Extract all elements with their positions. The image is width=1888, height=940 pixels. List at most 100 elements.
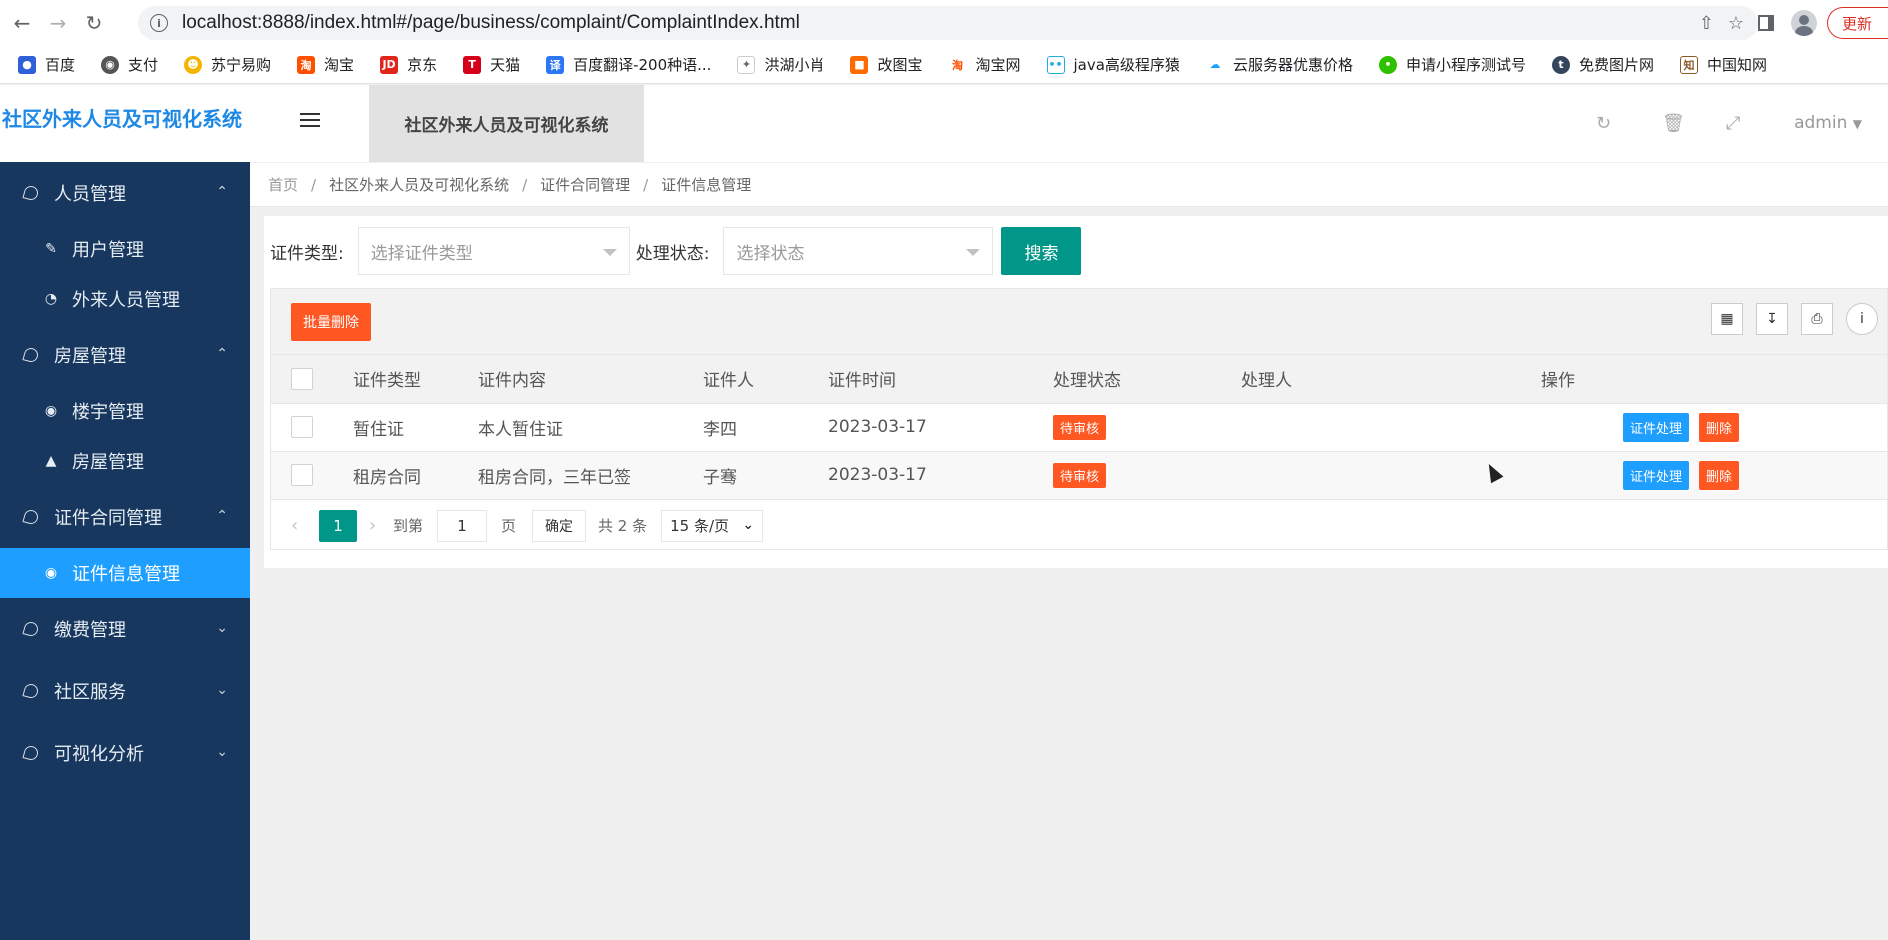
sidebar-group-payment[interactable]: 缴费管理 ⌄: [0, 598, 250, 660]
next-page-icon[interactable]: ›: [369, 515, 393, 536]
table-row: 租房合同 租房合同，三年已签 子骞 2023-03-17 待审核 证件处理 删除: [271, 451, 1887, 499]
sidebar-item-outsider-management[interactable]: ◔ 外来人员管理: [0, 274, 250, 324]
bookmark-pay[interactable]: ◉ 支付: [101, 54, 158, 75]
bookmark-cnki[interactable]: 知中国知网: [1679, 54, 1767, 75]
site-info-icon[interactable]: i: [150, 14, 168, 32]
column-header[interactable]: 证件类型: [353, 355, 478, 403]
bookmark-star-icon[interactable]: ☆: [1728, 13, 1744, 34]
user-menu[interactable]: admin ▼: [1794, 113, 1862, 133]
column-header[interactable]: 操作: [1541, 355, 1887, 403]
sidebar-item-user-management[interactable]: ✎ 用户管理: [0, 224, 250, 274]
sidebar-item-building-management[interactable]: ◉ 楼宇管理: [0, 386, 250, 436]
reload-icon[interactable]: ↻: [80, 9, 108, 37]
column-header[interactable]: 证件内容: [478, 355, 703, 403]
info-icon[interactable]: i: [1846, 303, 1878, 335]
chevron-circle-icon: ▲: [45, 453, 57, 469]
caret-down-icon: [966, 249, 981, 256]
bookmark-honghu[interactable]: ✦ 洪湖小肖: [737, 54, 824, 75]
sidebar-group-personnel[interactable]: 人员管理 ⌃: [0, 162, 250, 224]
bookmark-miniprogram[interactable]: • 申请小程序测试号: [1378, 54, 1526, 75]
main-content: 证件类型: 选择证件类型 处理状态: 选择状态 搜索 批量删除 ▦ ↧ ⎙ i …: [264, 216, 1888, 568]
breadcrumb-certificates[interactable]: 证件合同管理: [540, 174, 630, 195]
bookmark-freeimg[interactable]: t 免费图片网: [1551, 54, 1654, 75]
cloud-icon: ☁: [1205, 55, 1224, 74]
bookmark-java[interactable]: •• java高级程序猿: [1046, 54, 1180, 75]
bookmark-taobao[interactable]: 淘淘宝: [297, 54, 354, 75]
sidebar-group-housing[interactable]: 房屋管理 ⌃: [0, 324, 250, 386]
radio-icon: ◉: [44, 403, 58, 419]
sidebar-group-community-service[interactable]: 社区服务 ⌄: [0, 660, 250, 722]
forward-icon[interactable]: →: [44, 9, 72, 37]
url-text[interactable]: localhost:8888/index.html#/page/business…: [182, 12, 800, 34]
print-icon[interactable]: ⎙: [1801, 303, 1833, 335]
status-badge: 待审核: [1053, 462, 1107, 488]
bookmark-cloud[interactable]: ☁ 云服务器优惠价格: [1205, 54, 1353, 75]
bookmark-suning[interactable]: ☻ 苏宁易购: [184, 54, 271, 75]
cell-type: 租房合同: [353, 467, 421, 488]
fullscreen-icon[interactable]: ⤢: [1726, 113, 1740, 134]
profile-icon[interactable]: [1789, 8, 1819, 38]
globe-icon: ◉: [101, 55, 120, 74]
row-checkbox[interactable]: [291, 464, 313, 487]
bookmark-jd[interactable]: JD 京东: [380, 54, 437, 75]
chevron-down-icon: ⌄: [216, 620, 228, 636]
bookmark-gaitubao[interactable]: ■ 改图宝: [850, 54, 922, 75]
share-icon[interactable]: ⇧: [1699, 13, 1714, 34]
back-icon[interactable]: ←: [8, 9, 36, 37]
header-tab-title[interactable]: 社区外来人员及可视化系统: [369, 85, 644, 162]
baidu-icon: ●: [18, 55, 36, 74]
delete-button[interactable]: 删除: [1699, 412, 1740, 442]
bookmark-translate[interactable]: 译百度翻译-200种语...: [546, 54, 711, 75]
status-select[interactable]: 选择状态: [723, 227, 994, 275]
select-all-checkbox[interactable]: [291, 367, 313, 390]
sidebar-item-house-management[interactable]: ▲ 房屋管理: [0, 436, 250, 486]
cell-type: 暂住证: [353, 419, 404, 440]
column-header[interactable]: 证件人: [703, 355, 828, 403]
sidebar: 人员管理 ⌃ ✎ 用户管理 ◔ 外来人员管理 房屋管理 ⌃ ◉ 楼宇管理 ▲ 房…: [0, 162, 250, 940]
search-button[interactable]: 搜索: [1001, 227, 1082, 275]
sidebar-group-certificates[interactable]: 证件合同管理 ⌃: [0, 486, 250, 548]
app-logo[interactable]: 社区外来人员及可视化系统: [0, 85, 250, 162]
breadcrumb-home[interactable]: 首页: [268, 174, 298, 195]
trash-icon[interactable]: 🗑: [1662, 113, 1685, 134]
export-icon[interactable]: ↧: [1756, 303, 1788, 335]
page-unit-label: 页: [501, 517, 517, 535]
wechat-icon: •: [1378, 55, 1397, 74]
cell-time: 2023-03-17: [828, 465, 927, 486]
bookmark-tmall[interactable]: T 天猫: [463, 54, 520, 75]
menu-toggle-icon[interactable]: [300, 113, 320, 131]
column-header[interactable]: 处理状态: [1053, 355, 1241, 403]
tumblr-icon: t: [1551, 55, 1570, 74]
sidebar-item-certificate-info[interactable]: ◉ 证件信息管理: [0, 548, 250, 598]
address-bar[interactable]: i localhost:8888/index.html#/page/busine…: [138, 6, 1758, 40]
current-page-button[interactable]: 1: [319, 509, 357, 542]
cell-person: 子骞: [703, 467, 737, 488]
bookmark-taobaowang[interactable]: 淘淘宝网: [948, 54, 1021, 75]
page-size-select[interactable]: 15 条/页 ⌄: [661, 509, 764, 542]
sidebar-group-visualization[interactable]: 可视化分析 ⌄: [0, 722, 250, 784]
handle-certificate-button[interactable]: 证件处理: [1623, 412, 1690, 442]
prev-page-icon[interactable]: ‹: [291, 515, 315, 536]
status-filter-label: 处理状态:: [635, 243, 710, 264]
type-select[interactable]: 选择证件类型: [357, 227, 630, 275]
radio-icon: ◉: [44, 565, 58, 581]
column-header[interactable]: 证件时间: [828, 355, 1053, 403]
column-header[interactable]: 处理人: [1241, 355, 1541, 403]
delete-button[interactable]: 删除: [1699, 460, 1740, 490]
side-panel-icon[interactable]: [1751, 8, 1781, 38]
handle-certificate-button[interactable]: 证件处理: [1623, 460, 1690, 490]
confirm-page-button[interactable]: 确定: [532, 509, 587, 542]
bookmark-baidu[interactable]: ● 百度: [18, 54, 75, 75]
breadcrumb-system[interactable]: 社区外来人员及可视化系统: [329, 174, 509, 195]
bird-icon: ✦: [737, 55, 756, 74]
chevron-up-icon: ⌃: [216, 346, 228, 362]
refresh-icon[interactable]: ↻: [1596, 113, 1611, 134]
cell-content: 租房合同，三年已签: [478, 467, 631, 488]
caret-down-icon: [602, 249, 617, 256]
goto-page-input[interactable]: 1: [437, 509, 488, 542]
batch-delete-button[interactable]: 批量删除: [291, 303, 371, 341]
breadcrumb: 首页 / 社区外来人员及可视化系统 / 证件合同管理 / 证件信息管理: [250, 163, 1888, 207]
columns-icon[interactable]: ▦: [1711, 303, 1743, 335]
update-button[interactable]: 更新: [1826, 7, 1888, 39]
row-checkbox[interactable]: [291, 416, 313, 438]
